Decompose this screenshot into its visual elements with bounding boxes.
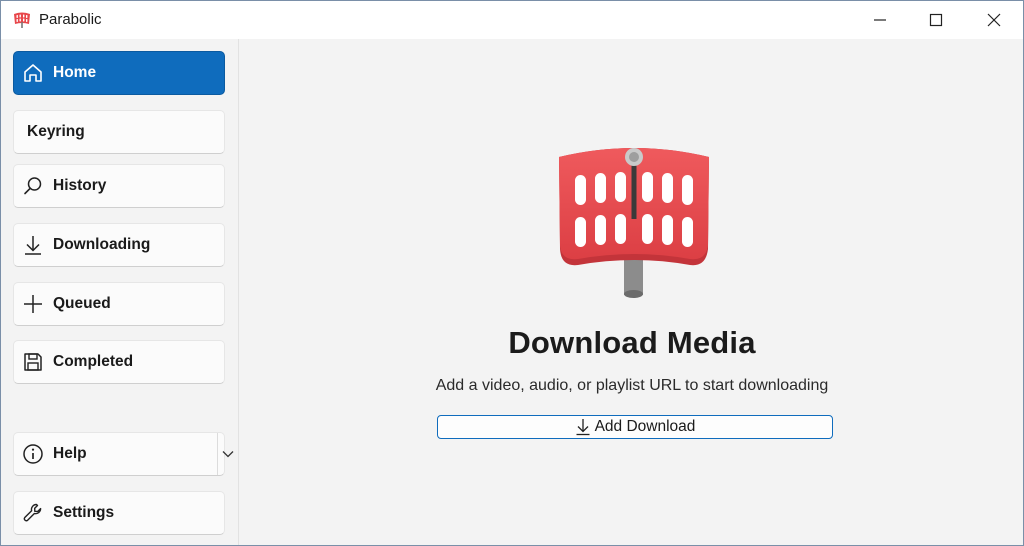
- sidebar-item-label: Home: [53, 64, 97, 81]
- sidebar: Home Keyring History Downloading Queued: [1, 39, 239, 545]
- sidebar-item-label: History: [53, 177, 107, 194]
- chevron-down-icon[interactable]: [218, 433, 238, 475]
- info-icon: [22, 443, 44, 465]
- sidebar-item-settings[interactable]: Settings: [13, 491, 225, 535]
- close-icon: [987, 13, 1001, 27]
- sidebar-item-queued[interactable]: Queued: [13, 282, 225, 326]
- app-title: Parabolic: [39, 11, 102, 28]
- home-icon: [22, 62, 44, 84]
- maximize-button[interactable]: [907, 1, 965, 39]
- main-content: Download Media Add a video, audio, or pl…: [239, 39, 1023, 545]
- page-subtitle: Add a video, audio, or playlist URL to s…: [435, 377, 829, 394]
- minimize-icon: [874, 19, 886, 21]
- sidebar-item-downloading[interactable]: Downloading: [13, 223, 225, 267]
- minimize-button[interactable]: [851, 1, 909, 39]
- search-icon: [22, 175, 44, 197]
- app-window: Parabolic Home Keyring History Downloadi…: [0, 0, 1024, 546]
- sidebar-item-label: Keyring: [27, 123, 85, 140]
- sidebar-item-label: Settings: [53, 504, 115, 521]
- parabolic-logo-icon: [14, 12, 30, 28]
- sidebar-item-label: Completed: [53, 353, 134, 370]
- parabolic-dish-logo: [559, 148, 709, 298]
- save-icon: [22, 351, 44, 373]
- sidebar-item-label: Queued: [53, 295, 111, 312]
- sidebar-item-keyring[interactable]: Keyring: [13, 110, 225, 154]
- plus-icon: [22, 293, 44, 315]
- sidebar-item-history[interactable]: History: [13, 164, 225, 208]
- download-arrow-icon: [22, 234, 44, 256]
- sidebar-item-label: Downloading: [53, 236, 151, 253]
- add-download-button[interactable]: Add Download: [437, 415, 833, 439]
- sidebar-item-home[interactable]: Home: [13, 51, 225, 95]
- download-arrow-icon: [576, 419, 590, 436]
- add-download-label: Add Download: [594, 418, 696, 435]
- wrench-icon: [22, 502, 44, 524]
- title-bar[interactable]: Parabolic: [1, 1, 1023, 39]
- sidebar-item-help[interactable]: Help: [13, 432, 234, 476]
- close-button[interactable]: [965, 1, 1023, 39]
- sidebar-item-label: Help: [53, 445, 87, 462]
- page-title: Download Media: [508, 325, 756, 360]
- sidebar-item-completed[interactable]: Completed: [13, 340, 225, 384]
- maximize-icon: [929, 13, 943, 27]
